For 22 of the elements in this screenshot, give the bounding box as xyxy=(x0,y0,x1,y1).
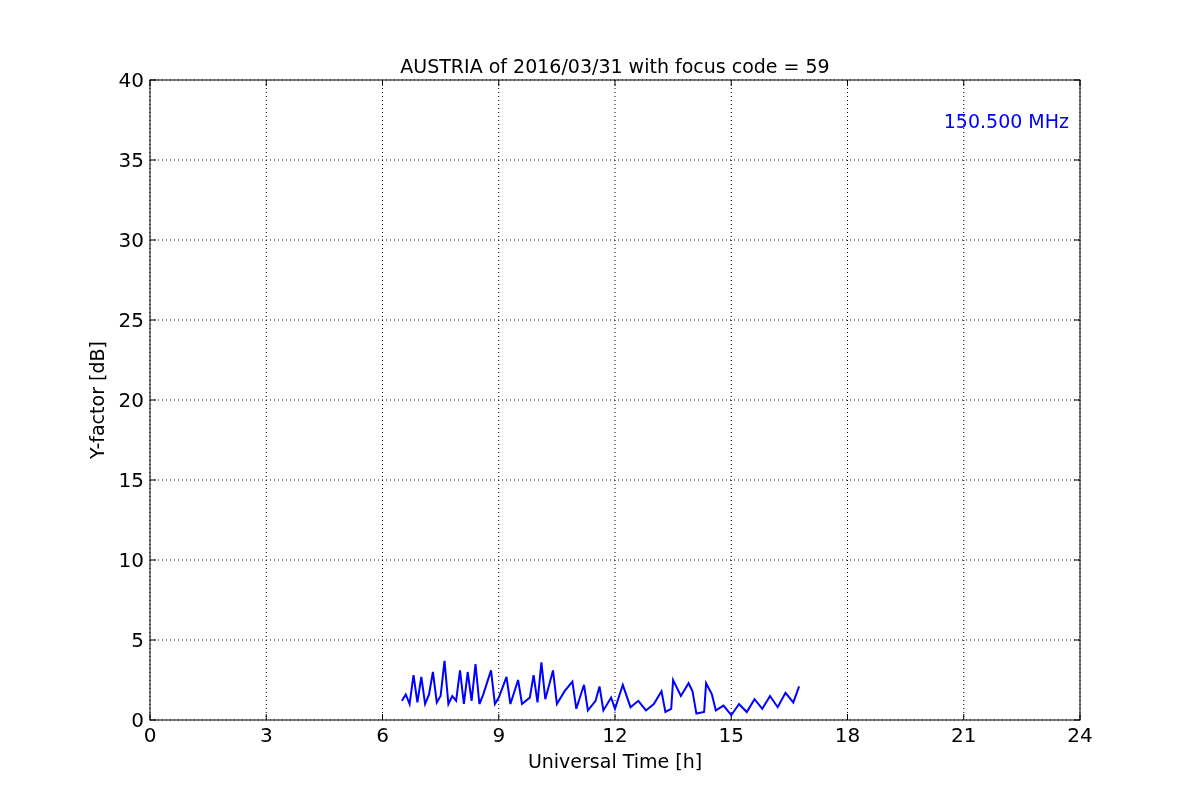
tick-label: 40 xyxy=(118,68,144,92)
tick-label: 0 xyxy=(143,723,157,747)
tick-label: 10 xyxy=(118,548,144,572)
chart-title: AUSTRIA of 2016/03/31 with focus code = 59 xyxy=(400,55,830,77)
tick-label: 15 xyxy=(118,468,144,492)
tick-label: 3 xyxy=(259,723,273,747)
tick-label: 20 xyxy=(118,388,144,412)
tick-label: 25 xyxy=(118,308,144,332)
tick-label: 15 xyxy=(718,723,744,747)
tick-label: 18 xyxy=(834,723,861,747)
tick-label: 30 xyxy=(118,228,144,252)
series-label: 150.500 MHz xyxy=(943,110,1069,132)
tick-label: 21 xyxy=(951,723,977,747)
tick-label: 9 xyxy=(492,723,506,747)
y-axis-label: Y-factor [dB] xyxy=(86,341,108,459)
tick-label: 12 xyxy=(602,723,628,747)
tick-label: 0 xyxy=(131,708,144,732)
tick-label: 5 xyxy=(131,628,144,652)
tick-label: 24 xyxy=(1067,723,1093,747)
tick-label: 35 xyxy=(118,148,144,172)
tick-label: 6 xyxy=(376,723,389,747)
x-axis-label: Universal Time [h] xyxy=(527,750,703,772)
